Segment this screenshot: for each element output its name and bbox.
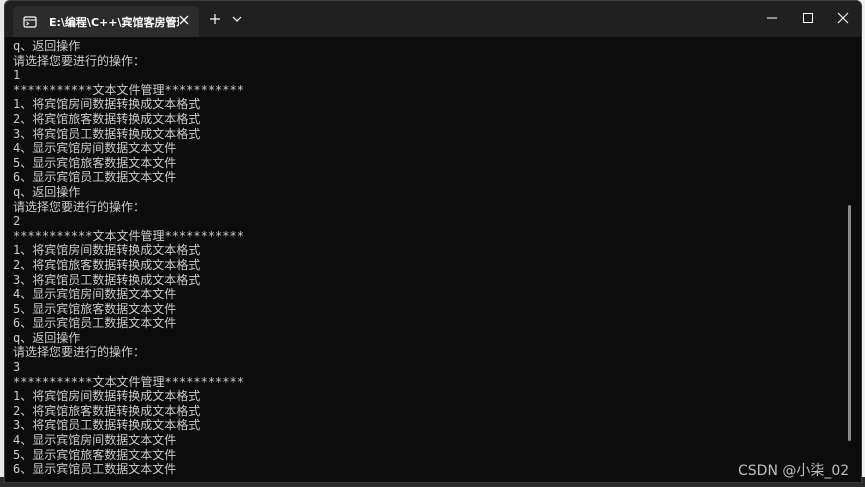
console-line: 2	[13, 214, 21, 229]
console-line: 3	[13, 360, 21, 375]
terminal-icon	[23, 15, 37, 28]
console-line: 3、将宾馆员工数据转换成文本格式	[13, 418, 201, 433]
console-line: q、返回操作	[13, 330, 81, 345]
console-line: 2、将宾馆旅客数据转换成文本格式	[13, 257, 201, 272]
console-line: 4、显示宾馆房间数据文本文件	[13, 287, 177, 302]
console-line: 3、将宾馆员工数据转换成文本格式	[13, 126, 201, 141]
console-line: 6、显示宾馆员工数据文本文件	[13, 316, 177, 331]
console-line: 5、显示宾馆旅客数据文本文件	[13, 447, 177, 462]
console-line: 5、显示宾馆旅客数据文本文件	[13, 301, 177, 316]
console-line: q、返回操作	[13, 184, 81, 199]
console-line: ***********文本文件管理***********	[13, 82, 244, 97]
close-icon[interactable]	[177, 13, 191, 27]
watermark: CSDN @小柒_02	[738, 463, 850, 479]
console-line: 6、显示宾馆员工数据文本文件	[13, 170, 177, 185]
console-line: 5、显示宾馆旅客数据文本文件	[13, 155, 177, 170]
chevron-down-icon[interactable]	[231, 14, 243, 24]
console-line: 请选择您要进行的操作：	[13, 199, 146, 214]
window-close-icon[interactable]	[834, 9, 852, 27]
console-line: 1、将宾馆房间数据转换成文本格式	[13, 389, 201, 404]
console-line: 请选择您要进行的操作：	[13, 53, 146, 68]
console-line: 2、将宾馆旅客数据转换成文本格式	[13, 403, 201, 418]
tab-console[interactable]: E:\编程\C++\宾馆客房管理系统	[13, 6, 199, 37]
title-bar[interactable]: E:\编程\C++\宾馆客房管理系统	[5, 1, 861, 37]
console-line: 3、将宾馆员工数据转换成文本格式	[13, 272, 201, 287]
console-line: 1、将宾馆房间数据转换成文本格式	[13, 243, 201, 258]
console-line: ***********文本文件管理***********	[13, 374, 244, 389]
plus-icon[interactable]	[208, 12, 222, 26]
console-line: q、返回操作	[13, 39, 81, 53]
maximize-icon[interactable]	[799, 9, 817, 27]
console-output[interactable]: q、返回操作 请选择您要进行的操作： 1 ***********文本文件管理*****…	[5, 37, 845, 482]
console-line: ***********文本文件管理***********	[13, 228, 244, 243]
terminal-window: E:\编程\C++\宾馆客房管理系统 q、返回操作请选择您要进行的操作：1***…	[4, 0, 862, 483]
console-line: 4、显示宾馆房间数据文本文件	[13, 433, 177, 448]
console-line: 1、将宾馆房间数据转换成文本格式	[13, 97, 201, 112]
minimize-icon[interactable]	[763, 9, 781, 27]
console-line: 1	[13, 68, 21, 83]
tab-title: E:\编程\C++\宾馆客房管理系统	[49, 15, 179, 29]
console-line: 2、将宾馆旅客数据转换成文本格式	[13, 111, 201, 126]
scrollbar-thumb[interactable]	[848, 205, 851, 441]
console-line: 6、显示宾馆员工数据文本文件	[13, 462, 177, 477]
console-line: 请选择您要进行的操作：	[13, 345, 146, 360]
console-line: 4、显示宾馆房间数据文本文件	[13, 141, 177, 156]
